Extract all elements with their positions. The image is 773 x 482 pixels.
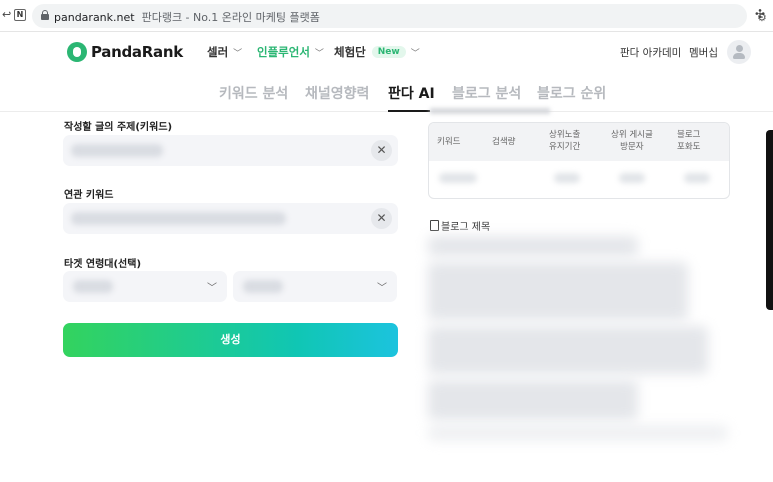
nav-influencer[interactable]: 인플루언서 ﹀ xyxy=(257,44,324,60)
related-keyword-label: 연관 키워드 xyxy=(64,190,114,201)
user-icon xyxy=(736,45,743,52)
blurred-value xyxy=(243,280,283,293)
panda-logo-icon xyxy=(67,42,87,62)
col-keyword: 키워드 xyxy=(437,137,461,147)
chevron-down-icon: ﹀ xyxy=(233,48,243,59)
topic-label: 작성할 글의 주제(키워드) xyxy=(64,122,173,133)
chevron-down-icon: ﹀ xyxy=(207,283,217,294)
back-arrow-icon[interactable]: ↩ xyxy=(2,8,11,21)
nav-seller-label: 셀러 xyxy=(207,45,229,59)
new-badge: New xyxy=(371,46,406,58)
blurred-content xyxy=(428,262,688,320)
document-icon xyxy=(430,220,439,231)
clear-icon[interactable]: ✕ xyxy=(371,140,392,161)
url-text: pandarank.net xyxy=(54,11,135,24)
clipped-heading xyxy=(430,108,550,114)
tab-channel-influence[interactable]: 채널영향력 xyxy=(305,83,369,103)
age-select-to[interactable]: ﹀ xyxy=(233,271,397,302)
side-overlay xyxy=(766,130,773,310)
blurred-value xyxy=(73,280,113,293)
page-title-text: 판다랭크 - No.1 온라인 마케팅 플랫폼 xyxy=(141,11,320,24)
blog-title-label: 블로그 제목 xyxy=(441,222,491,233)
blurred-cell xyxy=(684,173,710,183)
user-avatar[interactable] xyxy=(727,40,751,64)
blog-title-heading: 블로그 제목 xyxy=(430,218,490,233)
age-select-from[interactable]: ﹀ xyxy=(63,271,227,302)
blurred-value xyxy=(71,144,163,157)
chevron-down-icon: ﹀ xyxy=(377,283,387,294)
address-bar[interactable]: pandarank.net 판다랭크 - No.1 온라인 마케팅 플랫폼 ⚙ xyxy=(32,4,767,28)
membership-link[interactable]: 멤버십 xyxy=(689,45,718,60)
blurred-cell xyxy=(554,173,580,183)
browser-toolbar: ↩ N pandarank.net 판다랭크 - No.1 온라인 마케팅 플랫… xyxy=(0,0,773,32)
col-search-volume: 검색량 xyxy=(492,137,516,147)
nav-seller[interactable]: 셀러 ﹀ xyxy=(207,44,242,60)
notion-extension-icon[interactable]: N xyxy=(14,9,26,21)
blurred-content xyxy=(428,236,638,256)
blurred-cell xyxy=(619,173,645,183)
address-bar-text: pandarank.net 판다랭크 - No.1 온라인 마케팅 플랫폼 xyxy=(54,9,320,25)
nav-trial-label: 체험단 xyxy=(334,45,366,59)
related-keyword-input[interactable]: ✕ xyxy=(63,203,398,234)
clear-icon[interactable]: ✕ xyxy=(371,208,392,229)
tab-keyword-analysis[interactable]: 키워드 분석 xyxy=(219,83,288,103)
tab-blog-ranking[interactable]: 블로그 순위 xyxy=(537,83,606,103)
blurred-content xyxy=(428,425,728,441)
blurred-content xyxy=(428,326,708,374)
col-saturation: 블로그 포화도 xyxy=(677,130,701,152)
chevron-down-icon: ﹀ xyxy=(314,48,324,59)
table-header: 키워드 검색량 상위노출 유지기간 상위 게시글 방문자 블로그 포화도 xyxy=(429,123,729,161)
col-top-duration: 상위노출 유지기간 xyxy=(549,130,581,152)
blurred-value xyxy=(71,212,286,225)
pandarank-logo[interactable]: PandaRank xyxy=(67,41,183,63)
keyword-table: 키워드 검색량 상위노출 유지기간 상위 게시글 방문자 블로그 포화도 xyxy=(428,122,730,199)
academy-link[interactable]: 판다 아카데미 xyxy=(620,45,681,60)
nav-trial[interactable]: 체험단 New ﹀ xyxy=(334,44,420,60)
blurred-cell xyxy=(439,173,477,183)
chevron-down-icon: ﹀ xyxy=(410,48,420,59)
logo-text: PandaRank xyxy=(91,43,183,61)
col-top-visitors: 상위 게시글 방문자 xyxy=(611,130,653,152)
nav-influencer-label: 인플루언서 xyxy=(257,45,310,59)
tab-panda-ai[interactable]: 판다 AI xyxy=(388,83,435,103)
topic-input[interactable]: ✕ xyxy=(63,135,398,166)
feature-tabs: 키워드 분석 채널영향력 판다 AI 블로그 분석 블로그 순위 xyxy=(0,72,773,112)
blurred-content xyxy=(428,380,638,420)
target-age-label: 타겟 연령대(선택) xyxy=(64,259,142,270)
tab-blog-analysis[interactable]: 블로그 분석 xyxy=(452,83,521,103)
site-header: PandaRank 셀러 ﹀ 인플루언서 ﹀ 체험단 New ﹀ 판다 아카데미 멤버… xyxy=(0,33,773,71)
extensions-icon[interactable]: ✣ xyxy=(755,7,765,21)
lock-icon xyxy=(41,10,49,20)
generate-button[interactable]: 생성 xyxy=(63,323,398,357)
